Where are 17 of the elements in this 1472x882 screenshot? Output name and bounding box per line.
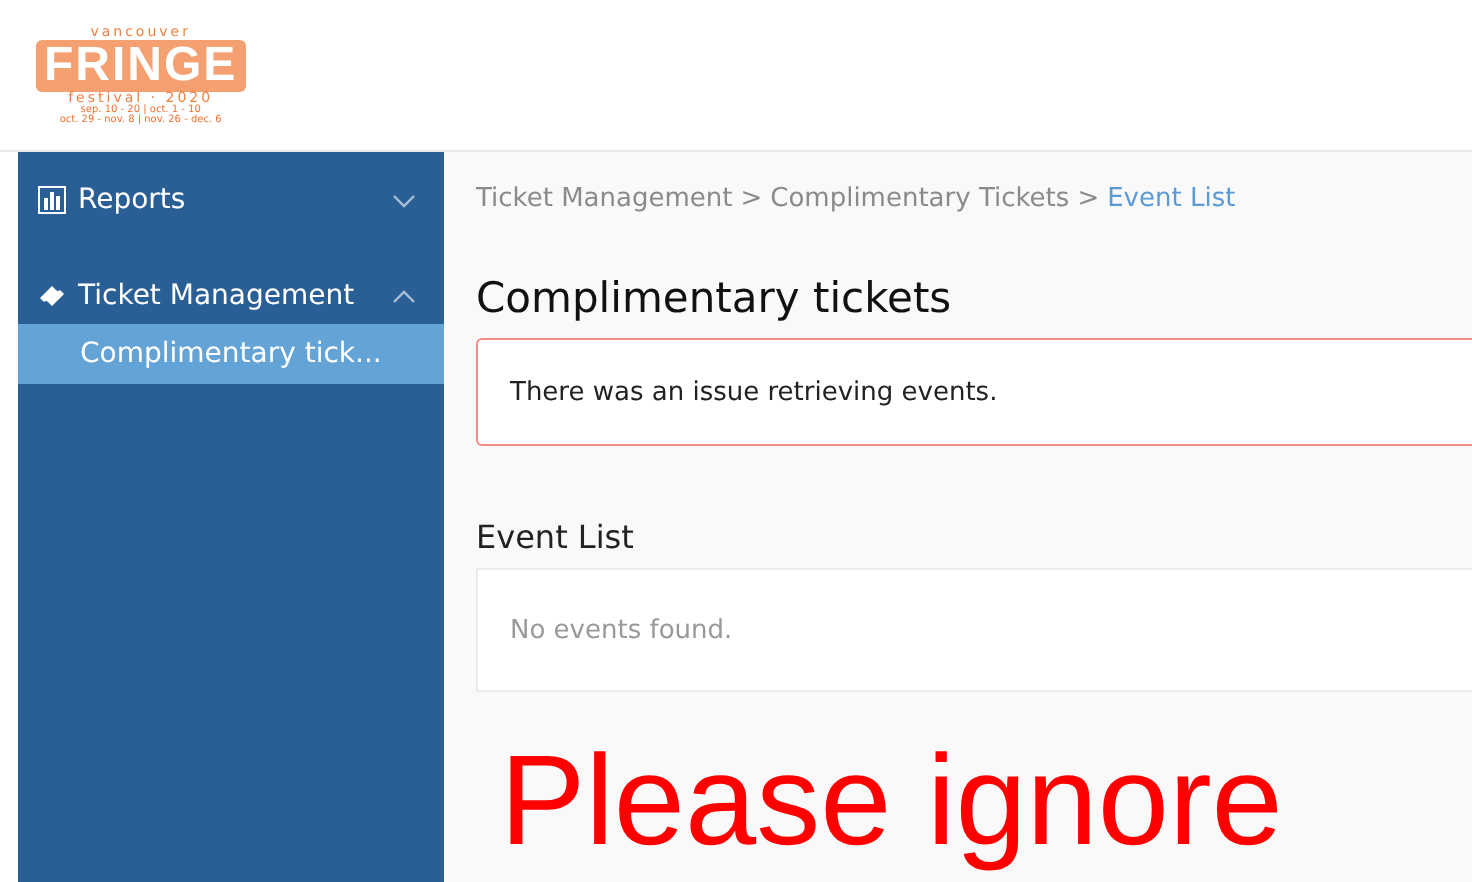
sidebar-item[interactable]: Reports [18,176,444,224]
chevron-icon [392,193,416,207]
ticket-icon [38,282,66,310]
breadcrumb-link[interactable]: Complimentary Tickets [770,184,1070,214]
breadcrumb-separator: > [1077,184,1100,214]
breadcrumb-link[interactable]: Ticket Management [476,184,733,214]
logo-title: FRINGE [36,39,246,91]
breadcrumb-link[interactable]: Event List [1107,184,1236,214]
empty-message: No events found. [476,568,1472,692]
sidebar-item[interactable]: Ticket Management [18,272,444,320]
bar-chart-icon [38,186,66,214]
chevron-icon [392,289,416,303]
page-title: Complimentary tickets [476,274,954,322]
sidebar-subitem[interactable]: Complimentary tick... [18,324,444,384]
section-heading: Event List [476,518,636,556]
breadcrumb-separator: > [740,184,763,214]
error-alert: There was an issue retrieving events. [476,338,1472,446]
